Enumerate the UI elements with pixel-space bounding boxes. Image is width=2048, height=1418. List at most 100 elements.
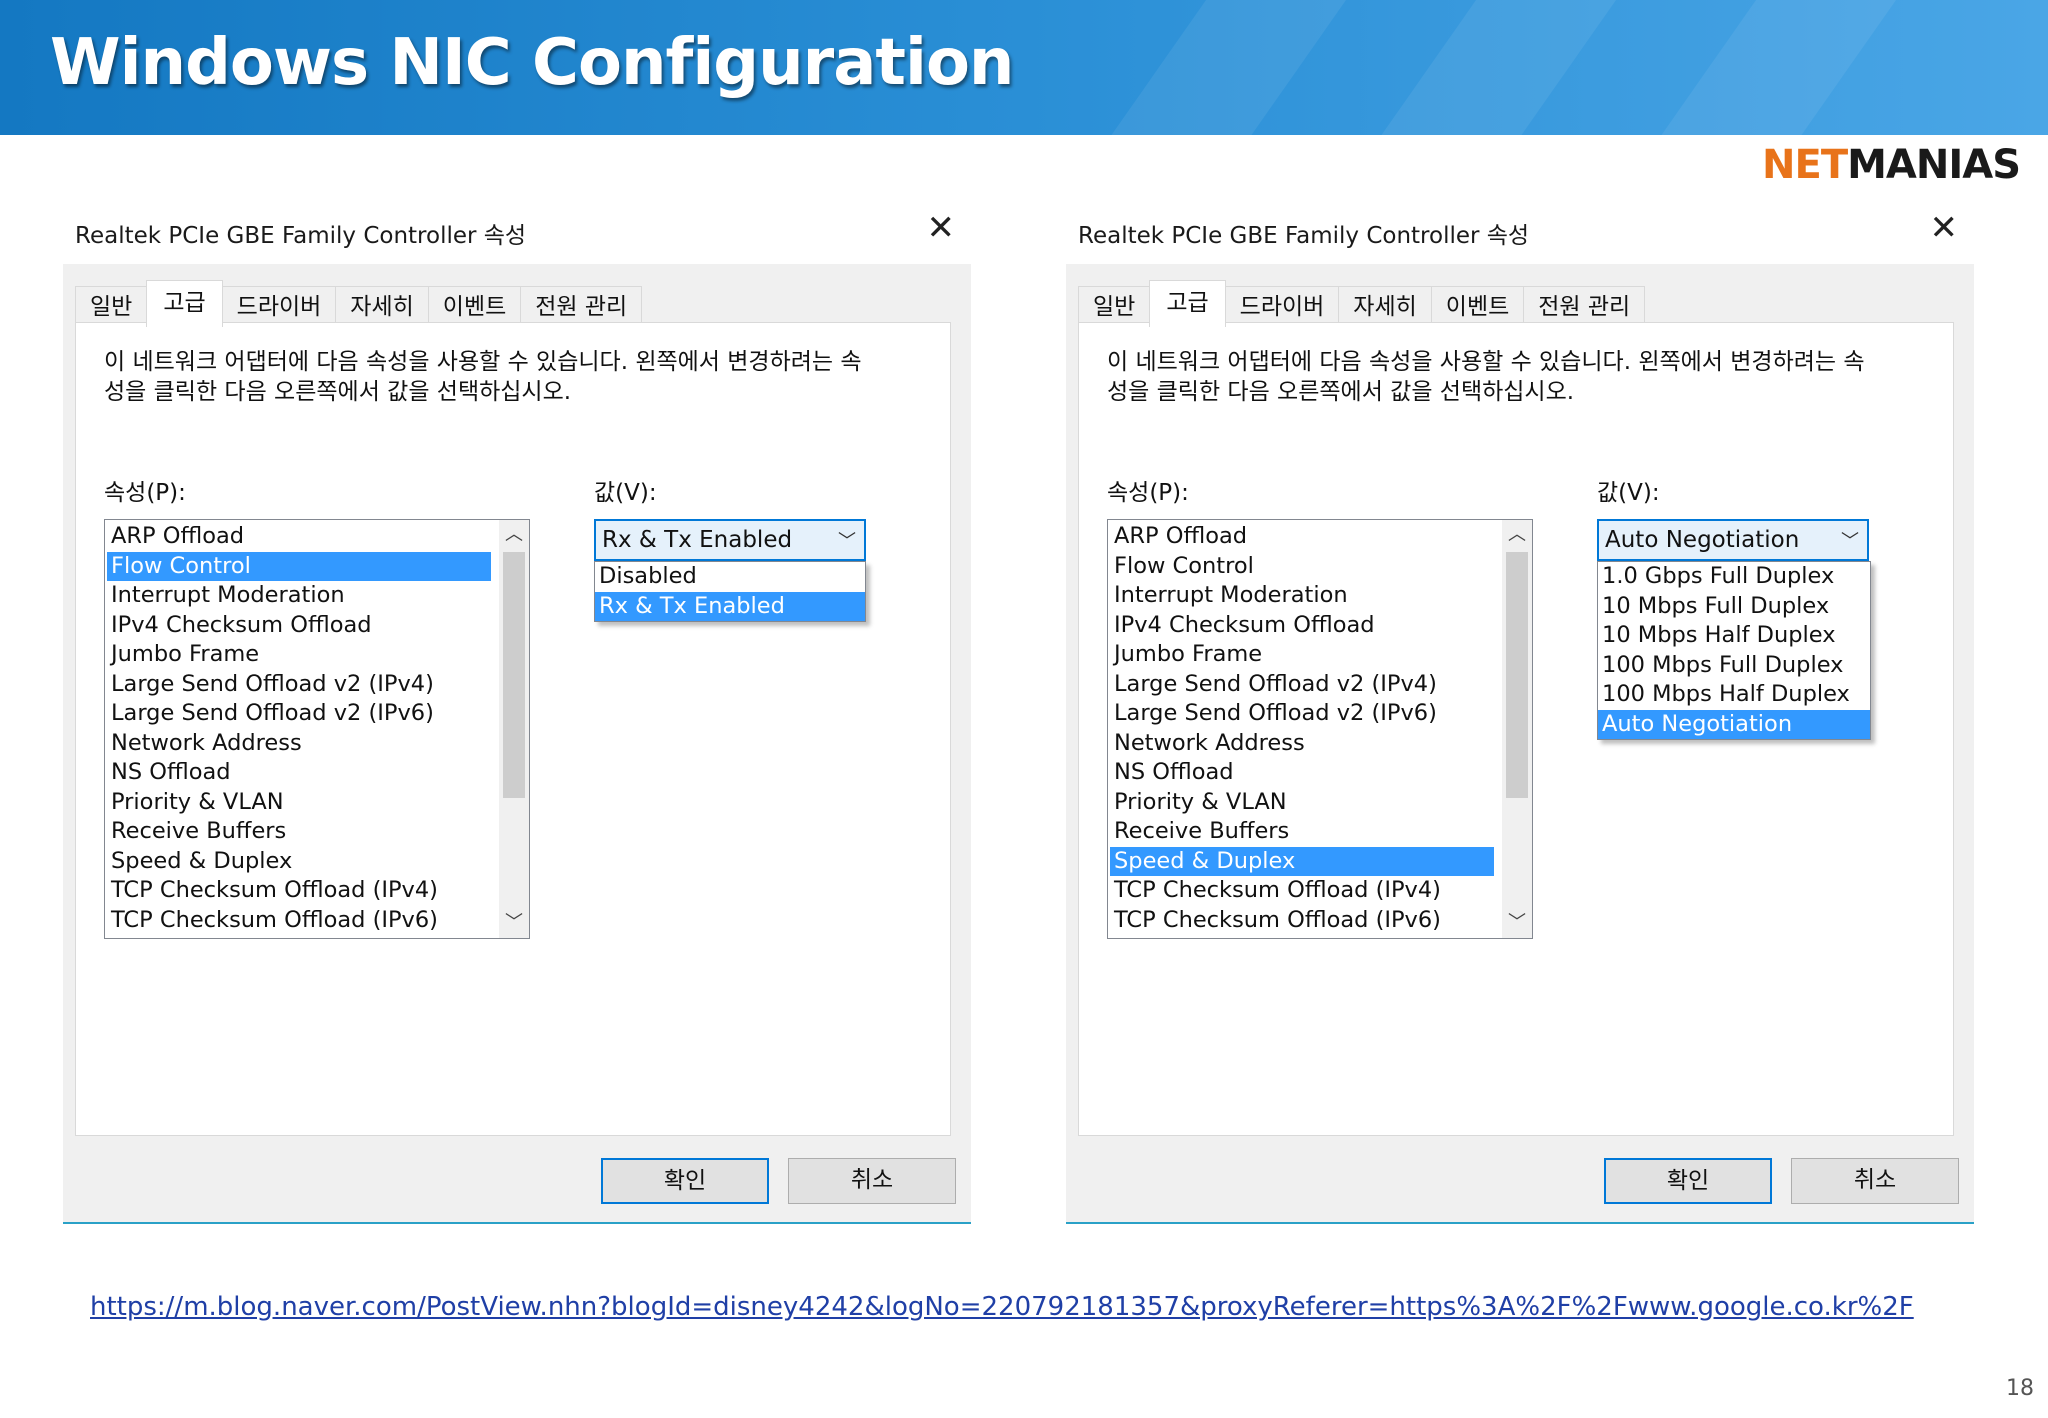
dialog-titlebar: Realtek PCIe GBE Family Controller 속성 ✕ [1066, 200, 1974, 264]
property-list-item[interactable]: Receive Buffers [107, 817, 491, 847]
tab-power-management[interactable]: 전원 관리 [520, 286, 643, 327]
cancel-button[interactable]: 취소 [1791, 1158, 1959, 1204]
dialog-body: 일반 고급 드라이버 자세히 이벤트 전원 관리 이 네트워크 어댑터에 다음 … [1066, 264, 1974, 1224]
tab-general[interactable]: 일반 [1078, 286, 1151, 327]
property-list-item[interactable]: Flow Control [1110, 552, 1494, 582]
value-combobox-text: Rx & Tx Enabled [602, 527, 793, 553]
scrollbar-thumb[interactable] [503, 552, 525, 798]
close-icon[interactable]: ✕ [1930, 208, 1959, 248]
property-list-item[interactable]: TCP Checksum Offload (IPv4) [107, 876, 491, 906]
property-list-item[interactable]: ARP Offload [107, 522, 491, 552]
header-decoration [1601, 0, 1939, 135]
description-text: 이 네트워크 어댑터에 다음 속성을 사용할 수 있습니다. 왼쪽에서 변경하려… [1107, 349, 1865, 405]
property-list: ARP Offload Flow Control Interrupt Moderat… [107, 522, 491, 935]
value-dropdown-option[interactable]: 10 Mbps Full Duplex [1598, 592, 1870, 622]
property-list-item[interactable]: Large Send Offload v2 (IPv4) [1110, 670, 1494, 700]
dialog-title: Realtek PCIe GBE Family Controller 속성 [75, 223, 527, 249]
property-list-item[interactable]: Network Address [107, 729, 491, 759]
logo-text-manias: MANIAS [1847, 142, 2021, 188]
tab-events[interactable]: 이벤트 [427, 286, 522, 327]
cancel-button[interactable]: 취소 [788, 1158, 956, 1204]
page-number: 18 [2006, 1376, 2034, 1401]
property-list-item[interactable]: NS Offload [1110, 758, 1494, 788]
property-list-item[interactable]: Network Address [1110, 729, 1494, 759]
property-list-item[interactable]: TCP Checksum Offload (IPv4) [1110, 876, 1494, 906]
property-listbox[interactable]: ARP Offload Flow Control Interrupt Moderat… [1107, 519, 1533, 939]
value-combobox-text: Auto Negotiation [1605, 527, 1800, 553]
property-list-item[interactable]: TCP Checksum Offload (IPv6) [107, 906, 491, 936]
tab-general[interactable]: 일반 [75, 286, 148, 327]
value-dropdown-list: 1.0 Gbps Full Duplex 10 Mbps Full Duplex 1… [1597, 561, 1871, 740]
tab-advanced[interactable]: 고급 [1149, 280, 1226, 327]
value-dropdown-option[interactable]: Auto Negotiation [1598, 709, 1870, 739]
close-icon[interactable]: ✕ [927, 208, 956, 248]
property-list-item[interactable]: Jumbo Frame [1110, 640, 1494, 670]
slide-header: Windows NIC Configuration [0, 0, 2048, 135]
value-dropdown-list: Disabled Rx & Tx Enabled [594, 561, 866, 622]
ok-button[interactable]: 확인 [1604, 1158, 1772, 1204]
advanced-panel: 이 네트워크 어댑터에 다음 속성을 사용할 수 있습니다. 왼쪽에서 변경하려… [75, 322, 951, 1136]
dialog-title: Realtek PCIe GBE Family Controller 속성 [1078, 223, 1530, 249]
value-dropdown-option[interactable]: 100 Mbps Half Duplex [1598, 680, 1870, 710]
tab-strip: 일반 고급 드라이버 자세히 이벤트 전원 관리 [75, 280, 643, 327]
value-dropdown-option[interactable]: 100 Mbps Full Duplex [1598, 651, 1870, 681]
tab-advanced[interactable]: 고급 [146, 280, 223, 327]
tab-strip: 일반 고급 드라이버 자세히 이벤트 전원 관리 [1078, 280, 1646, 327]
tab-driver[interactable]: 드라이버 [1224, 286, 1340, 327]
property-list-item[interactable]: Large Send Offload v2 (IPv6) [107, 699, 491, 729]
property-list-item[interactable]: NS Offload [107, 758, 491, 788]
scroll-up-icon[interactable]: ︿ [499, 520, 529, 550]
value-combobox[interactable]: Auto Negotiation ﹀ [1597, 519, 1869, 561]
chevron-down-icon[interactable]: ﹀ [1841, 527, 1859, 553]
source-link[interactable]: https://m.blog.naver.com/PostView.nhn?bl… [90, 1292, 1914, 1322]
property-list-item[interactable]: ARP Offload [1110, 522, 1494, 552]
nic-properties-dialog-left: Realtek PCIe GBE Family Controller 속성 ✕ … [63, 200, 971, 1224]
property-list-item[interactable]: TCP Checksum Offload (IPv6) [1110, 906, 1494, 936]
advanced-panel: 이 네트워크 어댑터에 다음 속성을 사용할 수 있습니다. 왼쪽에서 변경하려… [1078, 322, 1954, 1136]
property-list-item[interactable]: Interrupt Moderation [107, 581, 491, 611]
property-list-item[interactable]: Flow Control [107, 551, 491, 581]
property-list-item[interactable]: IPv4 Checksum Offload [1110, 611, 1494, 641]
chevron-down-icon[interactable]: ﹀ [838, 527, 856, 553]
property-list-item[interactable]: Speed & Duplex [107, 847, 491, 877]
ok-button[interactable]: 확인 [601, 1158, 769, 1204]
logo-text-net: NET [1762, 142, 1848, 188]
property-list-item[interactable]: Speed & Duplex [1110, 846, 1494, 876]
property-list-item[interactable]: Interrupt Moderation [1110, 581, 1494, 611]
property-list-item[interactable]: Receive Buffers [1110, 817, 1494, 847]
scroll-down-icon[interactable]: ﹀ [1502, 908, 1532, 938]
listbox-scrollbar[interactable]: ︿ ﹀ [499, 520, 529, 938]
value-label: 값(V): [594, 480, 657, 506]
property-list-item[interactable]: Priority & VLAN [1110, 788, 1494, 818]
value-dropdown-option[interactable]: Disabled [595, 562, 865, 592]
dialog-body: 일반 고급 드라이버 자세히 이벤트 전원 관리 이 네트워크 어댑터에 다음 … [63, 264, 971, 1224]
tab-details[interactable]: 자세히 [1338, 286, 1432, 327]
dialog-titlebar: Realtek PCIe GBE Family Controller 속성 ✕ [63, 200, 971, 264]
scrollbar-thumb[interactable] [1506, 552, 1528, 798]
property-list-item[interactable]: Jumbo Frame [107, 640, 491, 670]
listbox-scrollbar[interactable]: ︿ ﹀ [1502, 520, 1532, 938]
value-label: 값(V): [1597, 480, 1660, 506]
description-text: 이 네트워크 어댑터에 다음 속성을 사용할 수 있습니다. 왼쪽에서 변경하려… [104, 349, 862, 405]
property-list-item[interactable]: Priority & VLAN [107, 788, 491, 818]
nic-properties-dialog-right: Realtek PCIe GBE Family Controller 속성 ✕ … [1066, 200, 1974, 1224]
property-label: 속성(P): [1107, 480, 1189, 506]
tab-events[interactable]: 이벤트 [1430, 286, 1525, 327]
property-list-item[interactable]: Large Send Offload v2 (IPv6) [1110, 699, 1494, 729]
value-dropdown-option[interactable]: 1.0 Gbps Full Duplex [1598, 562, 1870, 592]
property-listbox[interactable]: ARP Offload Flow Control Interrupt Moderat… [104, 519, 530, 939]
tab-driver[interactable]: 드라이버 [221, 286, 337, 327]
value-dropdown-option[interactable]: Rx & Tx Enabled [595, 591, 865, 621]
scroll-up-icon[interactable]: ︿ [1502, 520, 1532, 550]
value-dropdown-option[interactable]: 10 Mbps Half Duplex [1598, 621, 1870, 651]
property-list-item[interactable]: Large Send Offload v2 (IPv4) [107, 670, 491, 700]
tab-details[interactable]: 자세히 [335, 286, 429, 327]
property-list-item[interactable]: IPv4 Checksum Offload [107, 611, 491, 641]
netmanias-logo: NETMANIAS [1762, 142, 2021, 188]
scroll-down-icon[interactable]: ﹀ [499, 908, 529, 938]
property-label: 속성(P): [104, 480, 186, 506]
value-combobox[interactable]: Rx & Tx Enabled ﹀ [594, 519, 866, 561]
header-decoration [1051, 0, 1389, 135]
slide-title: Windows NIC Configuration [50, 26, 1014, 100]
tab-power-management[interactable]: 전원 관리 [1523, 286, 1646, 327]
